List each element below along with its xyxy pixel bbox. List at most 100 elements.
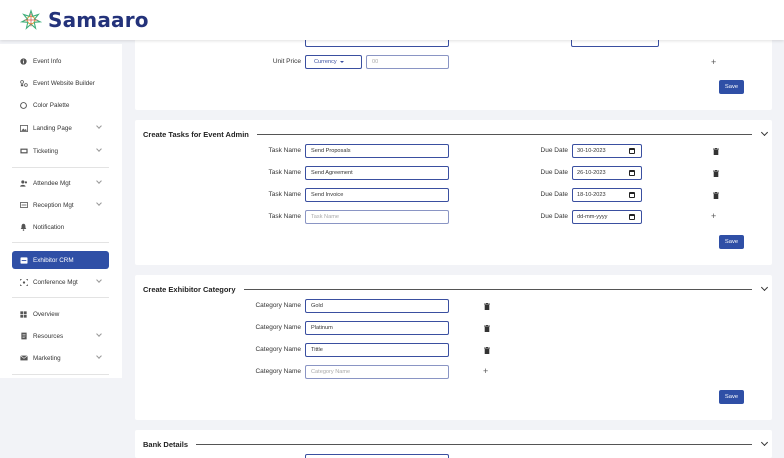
trash-icon[interactable] [713,192,719,199]
task-name-input[interactable]: Send Agreement [305,166,449,180]
currency-dropdown-label: Currency [314,59,337,65]
sidebar-item-attendee-mgt[interactable]: Attendee Mgt [12,174,109,192]
sidebar-divider [12,242,109,243]
header-divider [256,133,752,135]
due-date-label: Due Date [540,169,568,176]
calendar-icon[interactable] [629,192,635,198]
due-date-label: Due Date [540,147,568,154]
calendar-icon[interactable] [629,214,635,220]
bank-field-input[interactable] [305,454,449,458]
save-button[interactable]: Save [719,80,744,94]
chevron-down-icon [96,277,102,283]
crm-icon [19,256,28,265]
due-date-value: 18-10-2023 [577,192,606,198]
due-date-label: Due Date [540,213,568,220]
save-tasks-button[interactable]: Save [719,235,744,249]
category-card-header[interactable]: Create Exhibitor Category [143,283,769,295]
sidebar-item-resources[interactable]: Resources [12,327,109,345]
sidebar-item-label: Landing Page [33,124,72,132]
card-title: Create Tasks for Event Admin [143,129,249,139]
chevron-down-icon [96,146,102,152]
sidebar-item-color-palette[interactable]: Color Palette [12,96,109,114]
bank-details-card: Bank Details [135,430,772,458]
brand-logo[interactable]: Samaaro [20,8,149,32]
task-name-input[interactable]: Send Invoice [305,188,449,202]
calendar-icon[interactable] [629,170,635,176]
new-task-name-input[interactable]: Task Name [305,210,449,224]
sidebar-item-conference-mgt[interactable]: Conference Mgt [12,273,109,291]
sidebar-item-label: Notification [33,223,65,231]
new-category-name-input[interactable]: Category Name [305,365,449,379]
due-date-input[interactable]: 26-10-2023 [572,166,642,180]
chevron-down-icon[interactable] [760,438,769,447]
pricing-card: Unit Price Currency 00 + Save [135,28,772,110]
sidebar: Event Info Event Website Builder Color P… [0,44,122,378]
mail-icon [19,354,28,363]
palette-icon [19,101,28,110]
top-bar: Samaaro [0,0,784,40]
sidebar-divider [12,297,109,298]
sidebar-item-label: Resources [33,332,64,340]
add-icon[interactable]: + [711,58,716,67]
tasks-card: Create Tasks for Event Admin Task Name S… [135,120,772,265]
task-name-label: Task Name [268,169,301,176]
chevron-down-icon [96,331,102,337]
sidebar-item-label: Event Website Builder [33,79,95,87]
category-name-label: Category Name [255,324,301,331]
currency-dropdown[interactable]: Currency [305,55,362,69]
document-icon [19,332,28,341]
bank-card-header[interactable]: Bank Details [143,438,769,450]
sidebar-item-overview[interactable]: Overview [12,305,109,323]
sidebar-divider [12,374,109,375]
trash-icon[interactable] [484,347,490,354]
sidebar-item-marketing[interactable]: Marketing [12,349,109,367]
chevron-down-icon [96,123,102,129]
sidebar-item-ticketing[interactable]: Ticketing [12,142,109,160]
sidebar-item-reception-mgt[interactable]: Reception Mgt [12,196,109,214]
exhibitor-category-card: Create Exhibitor Category Category Name … [135,275,772,420]
category-name-input[interactable]: Platinum [305,321,449,335]
sidebar-item-exhibitor-crm[interactable]: Exhibitor CRM [12,251,109,269]
image-icon [19,124,28,133]
task-name-input[interactable]: Send Proposals [305,144,449,158]
category-name-input[interactable]: Gold [305,299,449,313]
grid-icon [19,310,28,319]
calendar-icon[interactable] [629,148,635,154]
unit-price-input[interactable]: 00 [366,55,449,69]
sidebar-item-label: Attendee Mgt [33,179,71,187]
tasks-card-header[interactable]: Create Tasks for Event Admin [143,128,769,140]
sidebar-item-event-website-builder[interactable]: Event Website Builder [12,74,109,92]
caret-down-icon [339,61,344,63]
sidebar-item-event-info[interactable]: Event Info [12,52,109,70]
chevron-down-icon [96,200,102,206]
new-due-date-input[interactable]: dd-mm-yyyy [572,210,642,224]
category-name-input[interactable]: Tittle [305,343,449,357]
card-title: Bank Details [143,439,189,449]
chevron-down-icon [96,178,102,184]
sidebar-item-label: Reception Mgt [33,201,74,209]
chevron-down-icon[interactable] [760,283,769,292]
save-categories-button[interactable]: Save [719,390,744,404]
due-date-label: Due Date [540,191,568,198]
card-title: Create Exhibitor Category [143,284,236,294]
trash-icon[interactable] [713,170,719,177]
trash-icon[interactable] [484,303,490,310]
header-divider [196,443,752,445]
chevron-down-icon[interactable] [760,128,769,137]
sidebar-item-label: Event Info [33,57,62,65]
website-builder-icon [19,79,28,88]
due-date-input[interactable]: 18-10-2023 [572,188,642,202]
sidebar-item-notification[interactable]: Notification [12,218,109,236]
conference-icon [19,278,28,287]
category-name-label: Category Name [255,346,301,353]
due-date-input[interactable]: 30-10-2023 [572,144,642,158]
samaaro-logo-icon [20,9,42,30]
trash-icon[interactable] [484,325,490,332]
trash-icon[interactable] [713,148,719,155]
add-category-icon[interactable]: + [483,367,488,376]
chevron-down-icon [96,353,102,359]
add-task-icon[interactable]: + [711,212,716,221]
sidebar-item-landing-page[interactable]: Landing Page [12,119,109,137]
due-date-placeholder: dd-mm-yyyy [577,214,608,220]
sidebar-item-label: Marketing [33,354,61,362]
